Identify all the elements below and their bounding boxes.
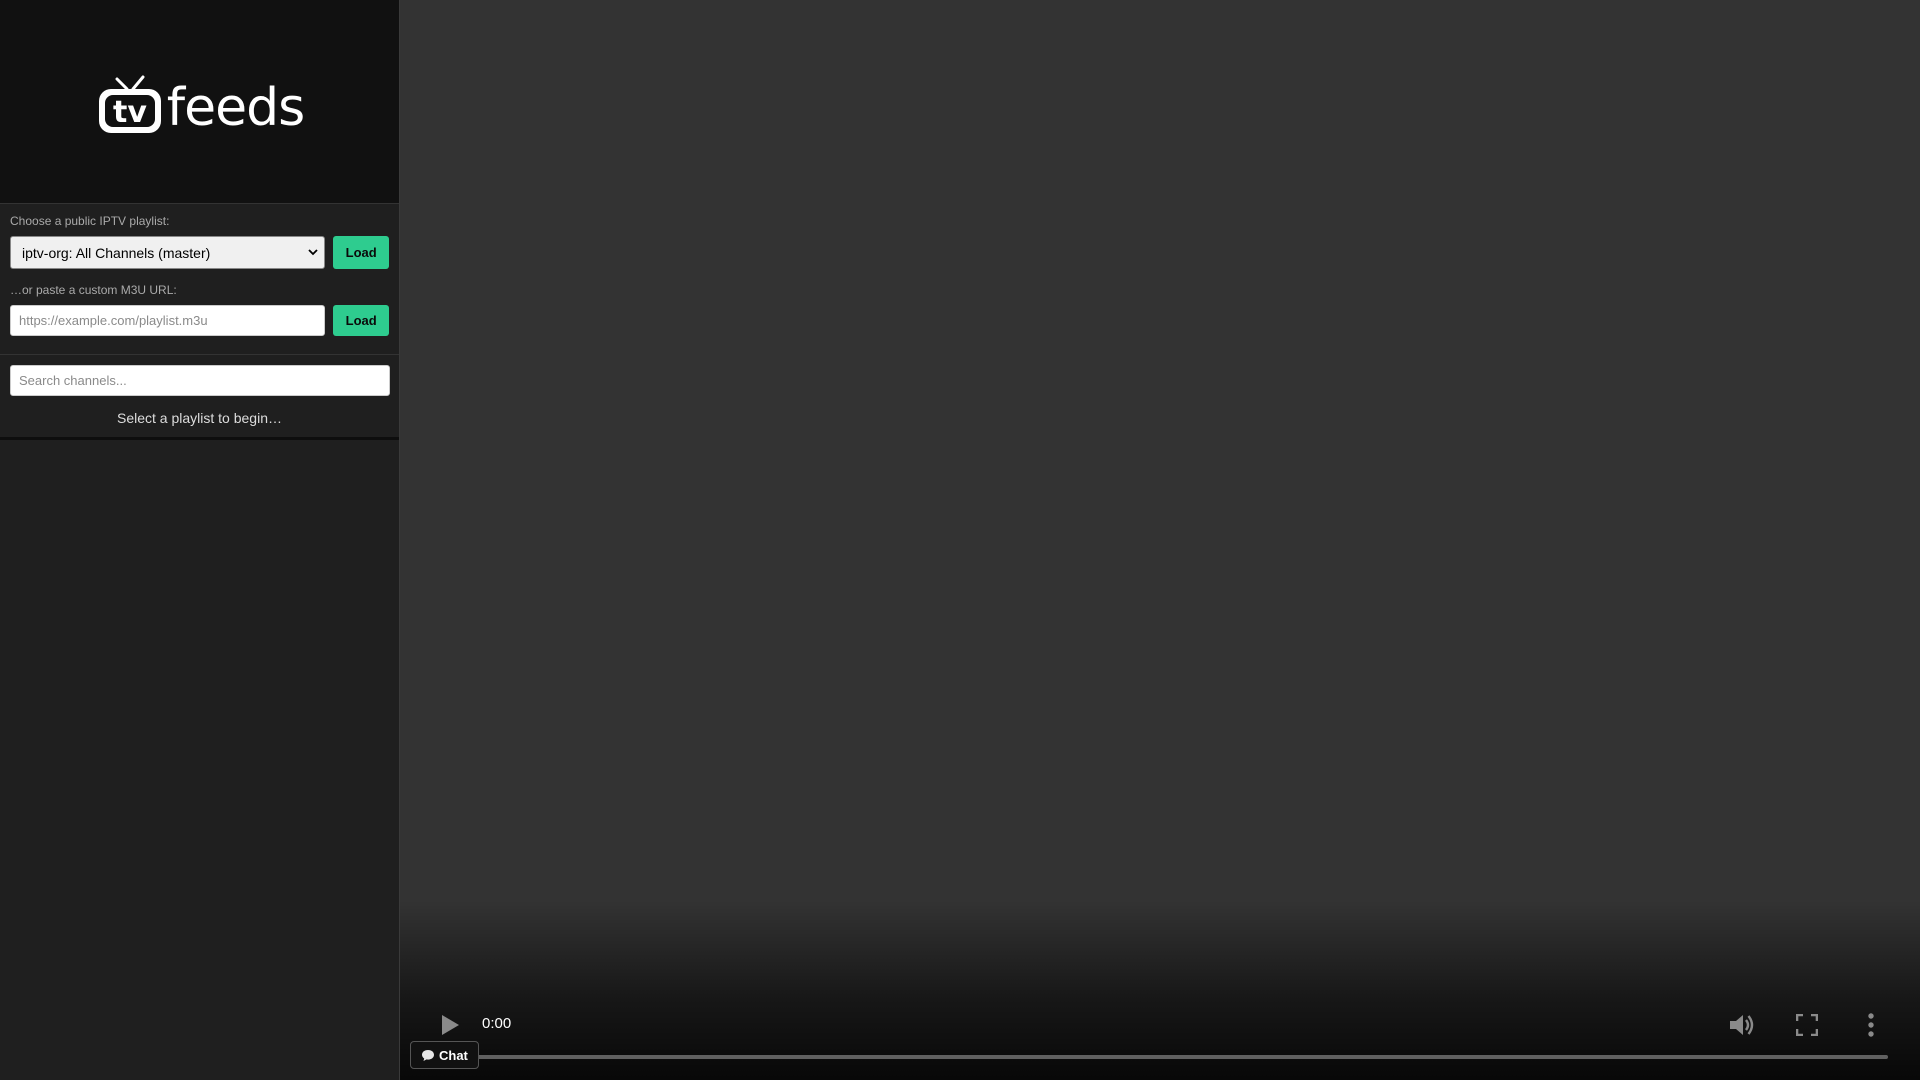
tv-logo-icon: tv <box>98 75 161 133</box>
logo-badge-text: tv <box>113 95 147 130</box>
custom-url-label: …or paste a custom M3U URL: <box>10 283 177 297</box>
channel-list <box>0 440 399 1080</box>
volume-button[interactable] <box>1727 1010 1757 1040</box>
fullscreen-button[interactable] <box>1792 1010 1822 1040</box>
play-icon <box>442 1015 459 1035</box>
speech-bubble-icon <box>422 1049 434 1061</box>
playlist-selected-value: iptv-org: All Channels (master) <box>22 244 211 261</box>
volume-icon <box>1730 1015 1754 1035</box>
time-display: 0:00 <box>482 1015 512 1032</box>
video-player[interactable]: 0:00 Chat <box>400 0 1920 1080</box>
search-area <box>0 355 399 396</box>
fullscreen-icon <box>1796 1014 1818 1036</box>
play-button[interactable] <box>436 1011 464 1039</box>
logo-text: feeds <box>166 77 305 138</box>
controls-gradient <box>400 900 1920 1080</box>
chevron-down-icon <box>308 249 318 256</box>
chat-button[interactable]: Chat <box>410 1041 479 1069</box>
custom-url-row: Load <box>10 305 389 336</box>
custom-url-input[interactable] <box>10 305 326 336</box>
more-options-button[interactable] <box>1856 1010 1886 1040</box>
status-message: Select a playlist to begin… <box>0 396 399 440</box>
search-input[interactable] <box>10 365 390 396</box>
load-custom-url-button[interactable]: Load <box>333 305 389 336</box>
more-vert-icon <box>1868 1013 1874 1037</box>
load-playlist-button[interactable]: Load <box>333 236 389 269</box>
playlist-label: Choose a public IPTV playlist: <box>10 214 170 228</box>
app-root: tv feeds Choose a public IPTV playlist: … <box>0 0 1920 1080</box>
progress-bar[interactable] <box>476 1055 1888 1059</box>
sidebar: tv feeds Choose a public IPTV playlist: … <box>0 0 400 1080</box>
chat-label: Chat <box>439 1047 468 1063</box>
playlist-controls: Choose a public IPTV playlist: iptv-org:… <box>0 204 399 355</box>
playlist-select[interactable]: iptv-org: All Channels (master) <box>10 236 326 269</box>
playlist-row: iptv-org: All Channels (master) Load <box>10 236 389 269</box>
logo-area: tv feeds <box>0 0 399 204</box>
tvfeeds-logo: tv feeds <box>95 72 305 138</box>
